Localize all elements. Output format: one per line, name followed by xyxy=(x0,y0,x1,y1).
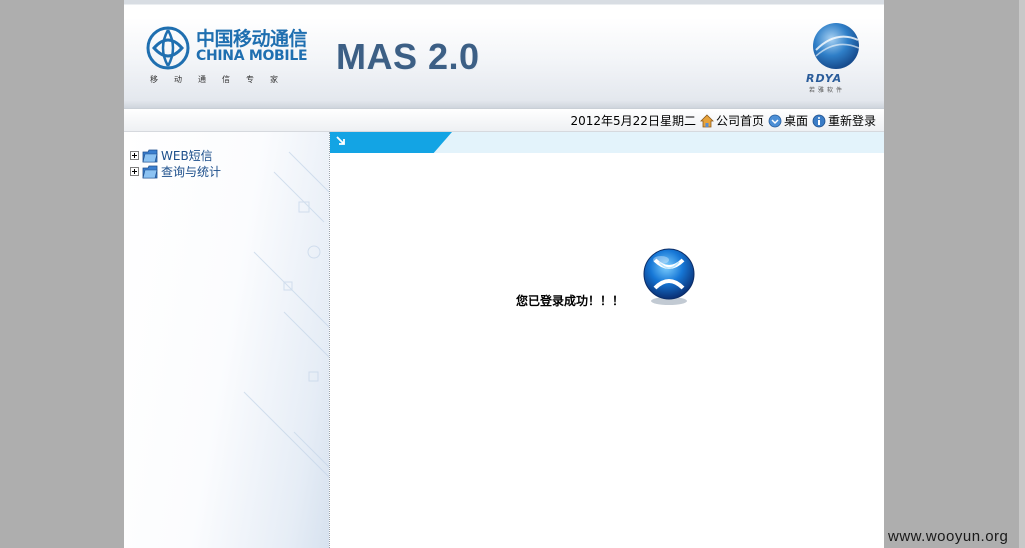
home-label: 公司首页 xyxy=(715,114,764,128)
relogin-link[interactable]: 重新登录 xyxy=(812,112,876,129)
tree-item-query-stats[interactable]: 查询与统计 xyxy=(130,163,221,180)
toolbar: 2012年5月22日星期二 公司首页 桌面 重新登录 xyxy=(124,109,884,132)
folder-icon xyxy=(142,149,158,162)
desktop-link[interactable]: 桌面 xyxy=(768,112,808,129)
product-title: MAS 2.0 xyxy=(336,36,480,77)
partner-subtext: 若雅软件 xyxy=(809,87,846,94)
home-icon xyxy=(699,113,714,127)
page: 中国移动通信 CHINA MOBILE 移动通信专家 MAS 2.0 RDYA … xyxy=(124,0,884,548)
relogin-label: 重新登录 xyxy=(827,114,876,128)
date-text: 2012年5月22日星期二 xyxy=(570,114,696,128)
partner-logo-text: RDYA xyxy=(806,72,843,85)
watermark-text: www.wooyun.org xyxy=(888,528,1009,545)
china-mobile-icon xyxy=(146,26,190,70)
globe-x-icon xyxy=(643,248,695,305)
brand-tagline: 移动通信专家 xyxy=(150,75,294,84)
sidebar: WEB短信 查询与统计 xyxy=(124,132,330,548)
toolbar-links: 2012年5月22日星期二 公司首页 桌面 重新登录 xyxy=(570,112,876,129)
header: 中国移动通信 CHINA MOBILE 移动通信专家 MAS 2.0 RDYA … xyxy=(124,0,884,109)
brand-en: CHINA MOBILE xyxy=(196,48,308,64)
window-edge xyxy=(1019,0,1025,548)
tree-item-label: WEB短信 xyxy=(161,149,213,163)
china-mobile-logo: 中国移动通信 CHINA MOBILE 移动通信专家 xyxy=(146,24,321,88)
tree-item-web-sms[interactable]: WEB短信 xyxy=(130,147,213,164)
login-success-message: 您已登录成功！！！ xyxy=(516,294,625,308)
main-content: 您已登录成功！！！ xyxy=(330,132,884,548)
home-link[interactable]: 公司首页 xyxy=(699,112,764,129)
expand-icon[interactable] xyxy=(130,167,139,176)
relogin-icon xyxy=(812,114,826,127)
folder-icon xyxy=(142,165,158,178)
sidebar-decoration xyxy=(243,151,329,478)
desktop-label: 桌面 xyxy=(783,114,808,128)
expand-icon[interactable] xyxy=(130,151,139,160)
content-tab xyxy=(330,132,452,153)
content-header-bar xyxy=(330,132,884,153)
arrow-down-right-icon xyxy=(336,136,345,145)
brand-cn: 中国移动通信 xyxy=(196,28,308,50)
desktop-icon xyxy=(768,114,782,127)
tree-item-label: 查询与统计 xyxy=(161,165,222,179)
